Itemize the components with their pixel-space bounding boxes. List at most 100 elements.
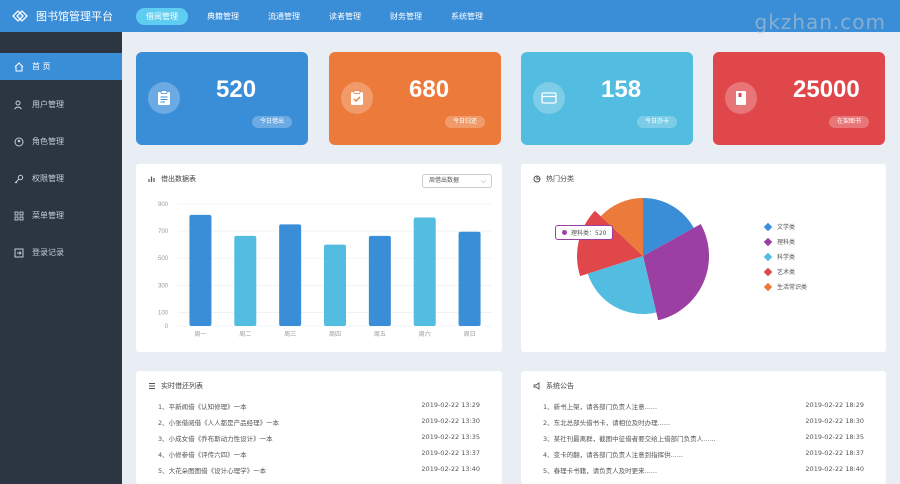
y-tick-label: 0 [165, 324, 169, 330]
list-item[interactable]: 5、大花朵图图借《设计心理学》一本 2019-02-22 13:40 [158, 465, 480, 481]
sidebar-item-label: 权限管理 [32, 174, 64, 183]
bar[interactable] [458, 231, 481, 326]
stat-card-cards[interactable]: 158 今日办卡 [521, 52, 693, 145]
notice-panel: 系统公告 1、新书上架，请各部门负责人注意...... 2019-02-22 18… [521, 371, 886, 484]
home-icon [14, 61, 24, 72]
legend-label: 生活常识类 [777, 284, 808, 291]
list-item[interactable]: 1、平新闻借《认知修理》一本 2019-02-22 13:29 [158, 401, 480, 417]
y-tick-label: 500 [158, 256, 169, 262]
stat-value: 520 [216, 76, 257, 103]
legend-marker [763, 222, 773, 231]
sidebar-item-label: 首 页 [32, 62, 51, 71]
bar[interactable] [234, 235, 257, 326]
bar[interactable] [324, 244, 346, 326]
x-tick-label: 周三 [284, 331, 296, 338]
nav-readers[interactable]: 读者管理 [319, 8, 371, 25]
tooltip-dot [562, 230, 567, 235]
legend-item[interactable]: 文学类 [763, 222, 796, 231]
list-item[interactable]: 2、东北总部头借书卡，请相位及时办理...... 2019-02-22 18:30 [543, 417, 864, 433]
x-tick-label: 周五 [374, 331, 386, 338]
hot-category-panel: 热门分类 文学类 理科类 科学类 艺术类 生活常识类 理科类：520 [521, 164, 886, 352]
stat-card-returned[interactable]: 680 今日归还 [329, 52, 501, 145]
x-tick-label: 周六 [419, 330, 431, 338]
legend-item[interactable]: 理科类 [763, 237, 796, 246]
realtime-list-panel: 实时借还列表 1、平新闻借《认知修理》一本 2019-02-22 13:29 2、… [136, 371, 502, 484]
sidebar-item-roles[interactable]: 角色管理 [0, 123, 122, 160]
sidebar-item-home[interactable]: 首 页 [0, 53, 122, 80]
stat-label: 今日办卡 [636, 116, 677, 128]
stat-value: 680 [409, 76, 450, 103]
stat-value: 158 [601, 76, 642, 103]
sidebar-item-label: 登录记录 [32, 248, 64, 257]
bar[interactable] [368, 235, 391, 326]
panel-title: 实时借还列表 [148, 381, 203, 391]
nav-finance[interactable]: 财务管理 [380, 8, 432, 25]
menu-grid-icon [14, 211, 24, 221]
nav-circulation[interactable]: 流通管理 [258, 8, 310, 25]
nav-books[interactable]: 典籍管理 [197, 8, 249, 25]
top-nav: 借阅管理 典籍管理 流通管理 读者管理 财务管理 系统管理 [136, 7, 502, 25]
bar[interactable] [279, 224, 302, 326]
stat-label: 在架图书 [828, 116, 869, 128]
sidebar-item-permissions[interactable]: 权限管理 [0, 160, 122, 197]
top-bar: 图书馆管理平台 借阅管理 典籍管理 流通管理 读者管理 财务管理 系统管理 gk… [0, 0, 900, 34]
book-icon [725, 82, 757, 114]
logo-icon [12, 10, 28, 22]
user-icon [14, 100, 24, 110]
list-item[interactable]: 5、春理卡书籍，请负责人及时更来...... 2019-02-22 18:40 [543, 465, 864, 481]
x-tick-label: 周二 [239, 331, 251, 338]
legend-label: 科学类 [777, 254, 796, 261]
panel-title: 系统公告 [533, 381, 574, 391]
y-tick-label: 100 [158, 310, 169, 316]
sidebar-item-label: 角色管理 [32, 137, 64, 146]
key-icon [14, 174, 24, 184]
borrow-chart-panel: 借出数据表 周借出数据 ⌵ 0 100 300 500 700 900 周一 周二 周三 周四 周五… [136, 164, 502, 352]
brand: 图书馆管理平台 [0, 0, 122, 32]
nav-system[interactable]: 系统管理 [441, 8, 493, 25]
legend-marker [763, 282, 773, 291]
clipboard-icon [148, 82, 180, 114]
legend-label: 文学类 [777, 224, 796, 231]
legend-item[interactable]: 生活常识类 [763, 282, 808, 291]
pie-tooltip: 理科类：520 [555, 225, 614, 240]
y-tick-label: 700 [158, 229, 169, 235]
x-tick-label: 周日 [464, 331, 476, 338]
list-item[interactable]: 2、小张借阅借《人人都是产品经理》一本 2019-02-22 13:30 [158, 417, 480, 433]
stat-card-borrowed[interactable]: 520 今日借出 [136, 52, 308, 145]
legend-marker [763, 237, 773, 246]
bar[interactable] [413, 217, 436, 326]
role-icon [14, 137, 24, 147]
legend-marker [763, 252, 773, 261]
list-item[interactable]: 1、新书上架，请各部门负责人注意...... 2019-02-22 18:29 [543, 401, 864, 417]
sidebar-item-users[interactable]: 用户管理 [0, 86, 122, 123]
pie-chart [577, 198, 709, 321]
login-log-icon [14, 248, 24, 258]
stat-label: 今日归还 [444, 116, 485, 128]
list-item[interactable]: 4、小修参借《评传六四》一本 2019-02-22 13:37 [158, 449, 480, 465]
legend-label: 理科类 [777, 239, 796, 246]
list-item[interactable]: 4、变卡的翻，请各部门负责人注意到指挥供...... 2019-02-22 18:… [543, 449, 864, 465]
card-icon [533, 82, 565, 114]
x-tick-label: 周一 [194, 331, 206, 338]
legend-item[interactable]: 艺术类 [763, 267, 796, 276]
sidebar: 首 页 用户管理 角色管理 权限管理 菜单管理 登录记录 [0, 32, 122, 484]
sidebar-item-login-log[interactable]: 登录记录 [0, 234, 122, 271]
list-item[interactable]: 3、小成女借《乔布斯动力性设计》一本 2019-02-22 13:35 [158, 433, 480, 449]
x-tick-label: 周四 [329, 331, 341, 338]
legend-item[interactable]: 科学类 [763, 252, 796, 261]
sidebar-item-menus[interactable]: 菜单管理 [0, 197, 122, 234]
clipboard-check-icon [341, 82, 373, 114]
watermark: gkzhan.com [754, 10, 886, 34]
stat-value: 25000 [793, 76, 860, 103]
y-tick-label: 300 [158, 283, 169, 289]
app-title: 图书馆管理平台 [36, 10, 113, 23]
legend-label: 艺术类 [777, 269, 796, 276]
nav-borrow[interactable]: 借阅管理 [136, 7, 188, 25]
stat-label: 今日借出 [251, 116, 292, 128]
bar[interactable] [189, 214, 212, 326]
megaphone-icon [533, 382, 541, 390]
bar-chart: 0 100 300 500 700 900 周一 周二 周三 周四 周五 周六 周日 [158, 202, 492, 338]
y-tick-label: 900 [158, 202, 169, 208]
list-item[interactable]: 3、某社刊最离群，截图中征借者要交给上借部门负责人...... 2019-02-2… [543, 433, 864, 449]
stat-card-books[interactable]: 25000 在架图书 [713, 52, 885, 145]
